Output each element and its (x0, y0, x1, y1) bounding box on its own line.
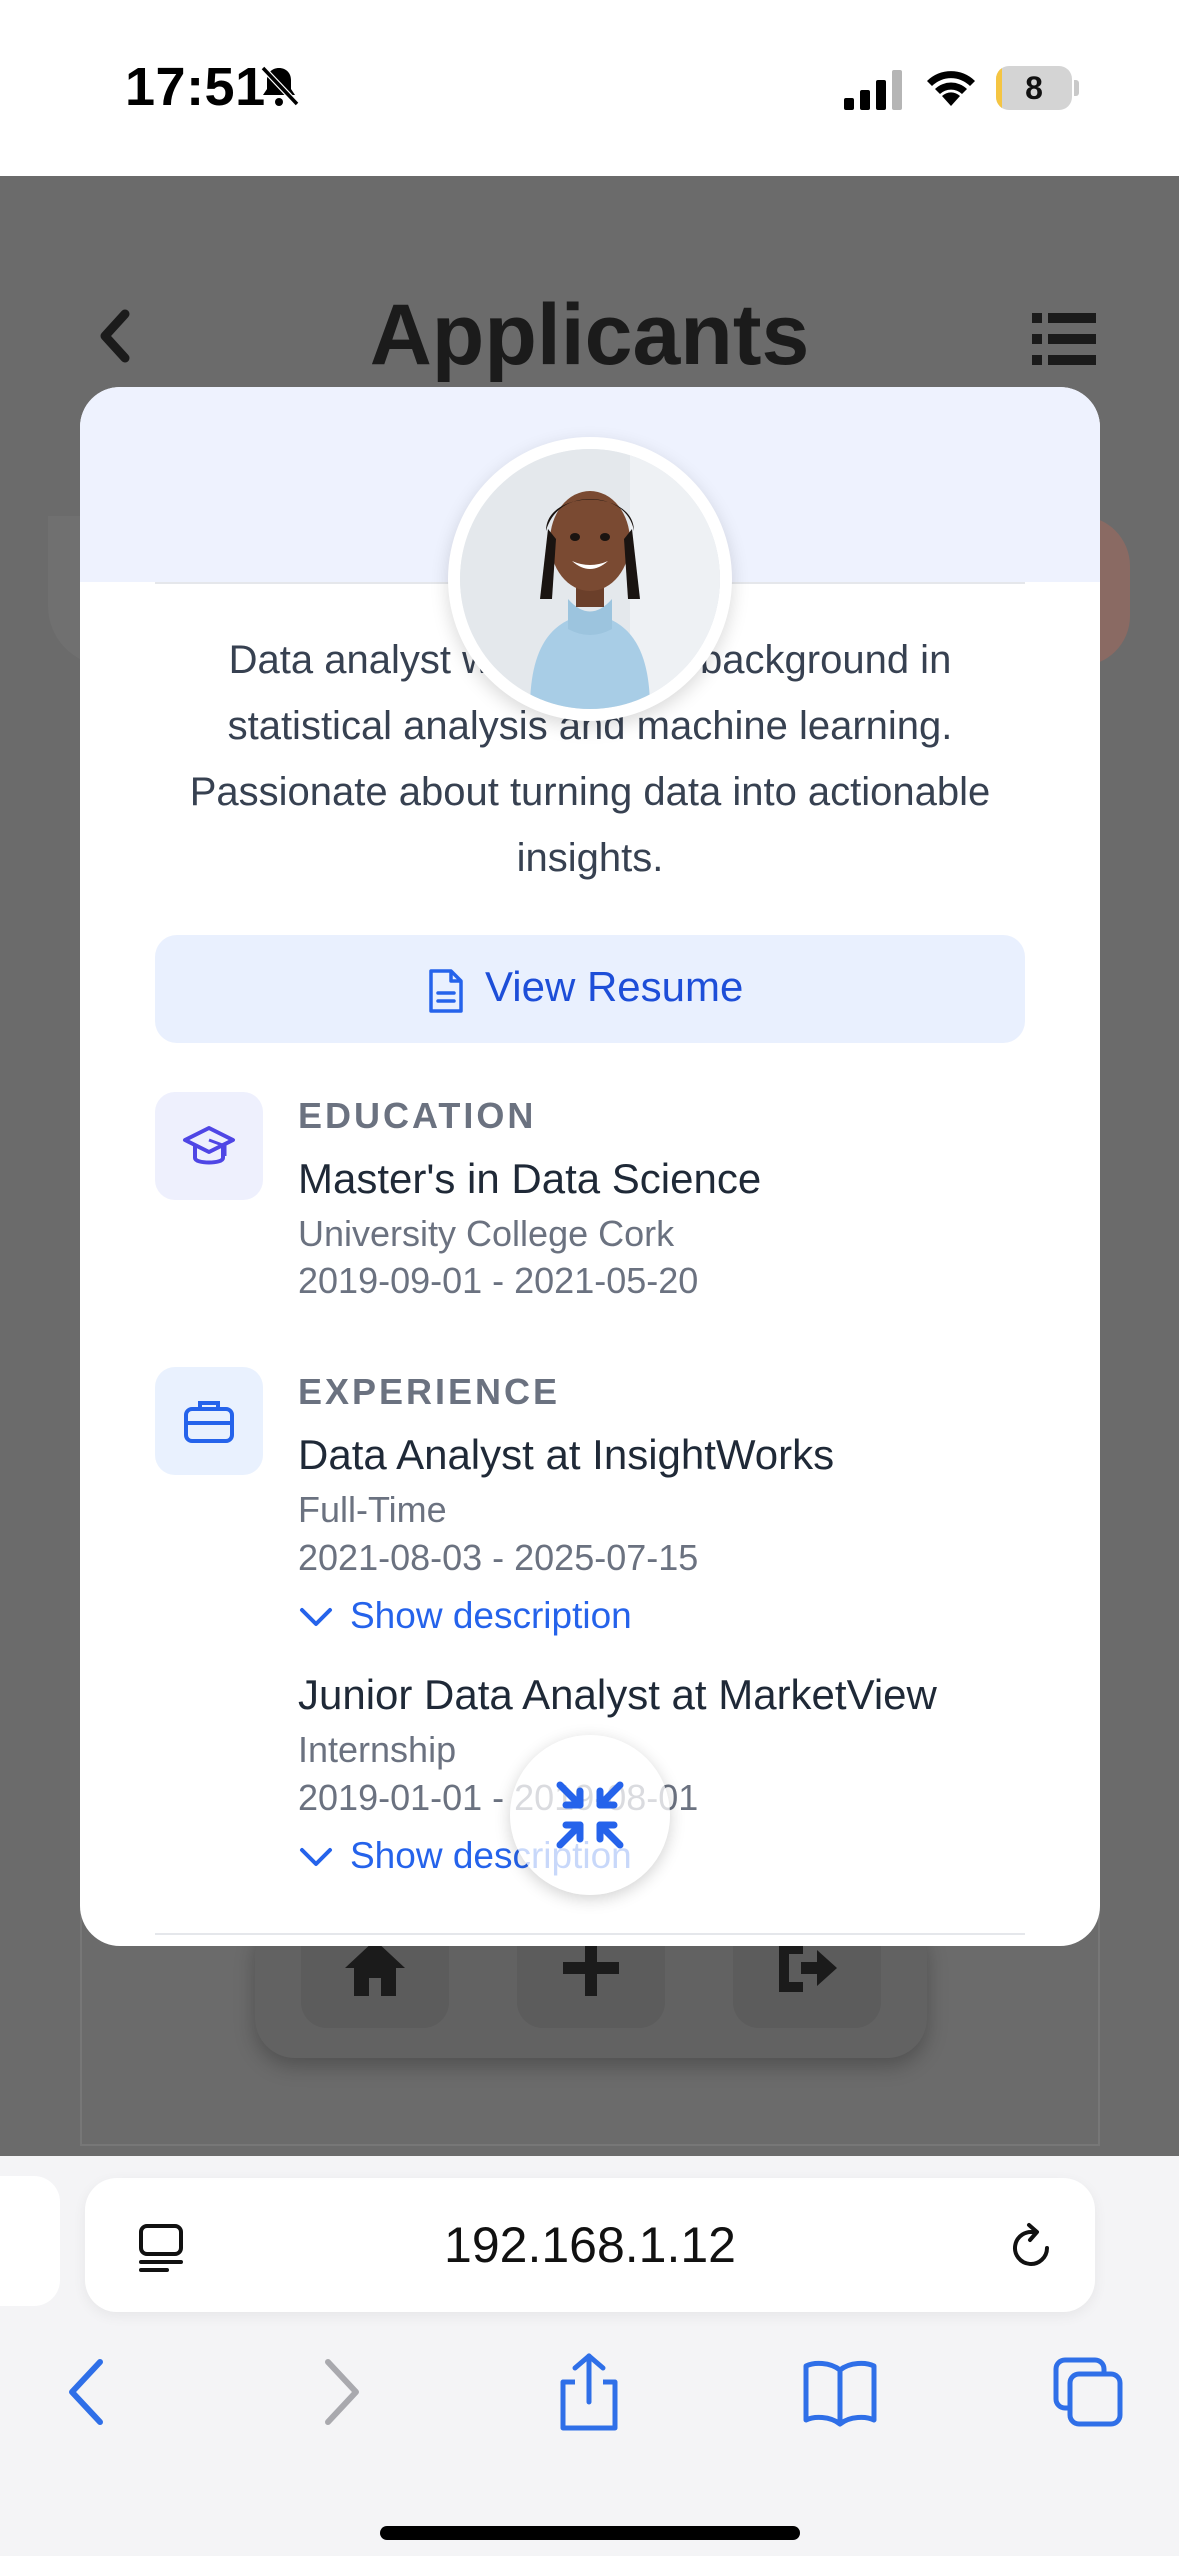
view-resume-button[interactable]: View Resume (155, 935, 1025, 1043)
battery-icon: 8 (996, 66, 1080, 110)
collapse-button[interactable] (510, 1735, 670, 1895)
collapse-arrows-icon (556, 1781, 624, 1849)
tabs-icon[interactable] (1048, 2352, 1128, 2432)
experience-title: Data Analyst at InsightWorks (298, 1431, 835, 1478)
address-bar[interactable]: 192.168.1.12 (85, 2178, 1095, 2312)
list-icon[interactable] (1032, 311, 1096, 367)
status-time: 17:51 (125, 57, 266, 117)
document-icon (429, 969, 463, 1013)
status-bar: 17:51 8 (0, 0, 1179, 176)
page-title: Applicants (369, 287, 810, 383)
experience-title: Junior Data Analyst at MarketView (298, 1671, 937, 1718)
url-text: 192.168.1.12 (444, 2217, 736, 2273)
share-icon[interactable] (549, 2352, 629, 2432)
experience-type: Full-Time (298, 1489, 447, 1530)
education-dates: 2019-09-01 - 2021-05-20 (298, 1260, 699, 1301)
forward-icon[interactable] (300, 2352, 380, 2432)
show-description-label: Show description (350, 1595, 632, 1636)
education-heading: EDUCATION (298, 1095, 537, 1136)
chevron-down-icon (300, 1608, 332, 1626)
browser-chrome: 192.168.1.12 (0, 2156, 1179, 2556)
browser-toolbar (0, 2352, 1179, 2442)
experience-icon-box (155, 1367, 263, 1475)
applicant-detail-modal: Data analyst with a strong background in… (80, 387, 1100, 1946)
bell-slash-icon (260, 65, 300, 107)
home-indicator (380, 2526, 800, 2540)
avatar (448, 437, 732, 721)
experience-type: Internship (298, 1729, 457, 1770)
cellular-signal-icon (844, 70, 902, 110)
reload-icon[interactable] (1005, 2222, 1057, 2274)
education-icon-box (155, 1092, 263, 1200)
experience-heading: EXPERIENCE (298, 1371, 561, 1412)
graduation-cap-icon (183, 1126, 235, 1165)
experience-dates: 2021-08-03 - 2025-07-15 (298, 1537, 699, 1578)
education-institution: University College Cork (298, 1213, 675, 1254)
divider (155, 1933, 1025, 1935)
wifi-icon (927, 71, 975, 106)
bookmarks-icon[interactable] (800, 2352, 880, 2432)
chevron-down-icon (300, 1848, 332, 1866)
battery-level: 8 (1025, 70, 1043, 106)
education-degree: Master's in Data Science (298, 1155, 762, 1202)
applicant-photo (460, 449, 720, 709)
briefcase-icon (184, 1401, 234, 1443)
view-resume-label: View Resume (485, 963, 744, 1010)
previous-tab-preview[interactable] (0, 2176, 60, 2306)
back-icon[interactable] (48, 2352, 128, 2432)
